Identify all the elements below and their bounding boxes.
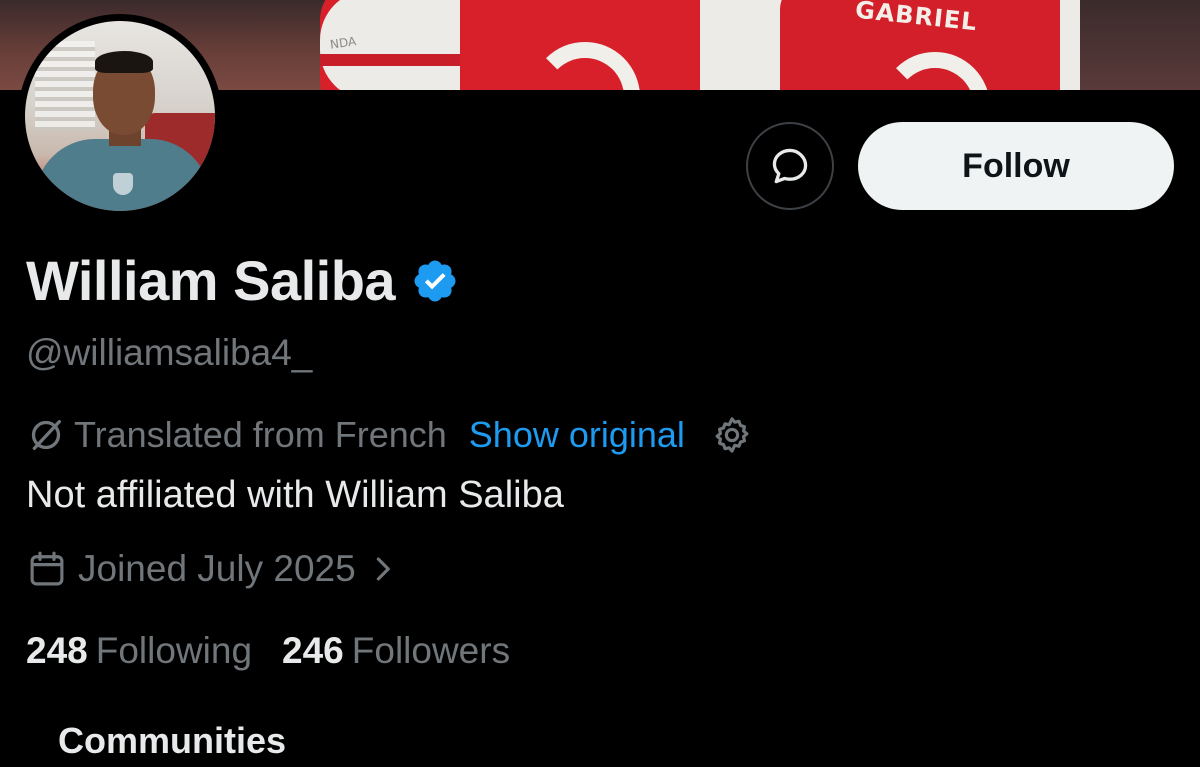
gear-icon[interactable] (711, 414, 753, 456)
verified-badge-icon[interactable] (411, 257, 459, 305)
banner-background-right (1080, 0, 1200, 90)
user-handle: @williamsaliba4_ (26, 332, 313, 373)
tab-communities[interactable]: Communities (58, 720, 286, 762)
chat-bubble-icon (772, 148, 808, 184)
follow-button[interactable]: Follow (858, 122, 1174, 210)
calendar-icon (30, 551, 64, 586)
message-button[interactable] (746, 122, 834, 210)
banner-sleeve-band (320, 54, 460, 66)
followers-count: 246 (282, 630, 344, 671)
profile-bio: Not affiliated with William Saliba (26, 474, 564, 516)
chevron-right-icon (376, 557, 390, 581)
display-name: William Saliba (26, 249, 396, 312)
followers-label: Followers (351, 630, 511, 671)
show-original-link[interactable]: Show original (469, 414, 685, 456)
following-stat[interactable]: 248 Following (26, 630, 252, 672)
follow-stats: 248 Following 246 Followers (26, 630, 510, 672)
translation-row: Translated from French Show original (26, 414, 753, 456)
avatar[interactable] (18, 14, 222, 218)
following-count: 248 (26, 630, 88, 671)
avatar-crest (113, 173, 133, 195)
joined-date-row[interactable]: Joined July 2025 (26, 548, 398, 590)
avatar-photo (25, 21, 215, 211)
profile-page: GABRIEL NDA Follow William Saliba @willi… (0, 0, 1200, 767)
followers-stat[interactable]: 246 Followers (282, 630, 510, 672)
avatar-background (35, 41, 95, 131)
joined-date-text: Joined July 2025 (78, 548, 356, 589)
profile-name-row: William Saliba (26, 248, 459, 313)
avatar-hair (95, 51, 153, 73)
translate-slash-icon (31, 420, 61, 450)
following-label: Following (95, 630, 253, 671)
translated-label: Translated from French (74, 414, 447, 455)
